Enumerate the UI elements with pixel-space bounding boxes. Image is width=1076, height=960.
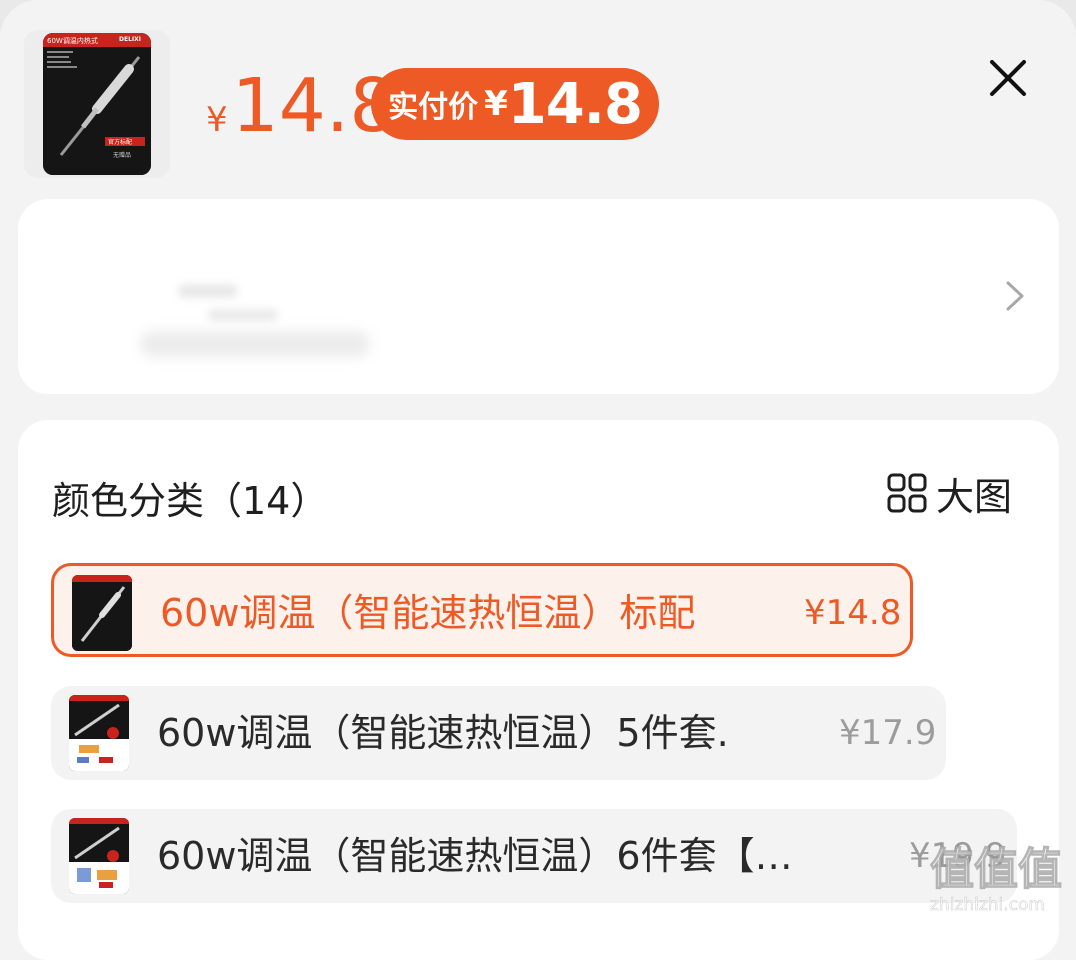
redacted-address-line	[178, 284, 238, 298]
big-image-toggle[interactable]: 大图	[886, 470, 1012, 519]
variant-thumbnail	[69, 818, 129, 894]
thumb-title-text: 60W调温内热式	[47, 36, 98, 45]
variant-price: ¥19.9	[909, 836, 1007, 876]
thumb-badge-sub: 无赠品	[113, 151, 131, 159]
paid-price-label: 实付价	[388, 90, 479, 125]
close-icon[interactable]	[986, 56, 1030, 100]
address-card[interactable]	[18, 199, 1059, 394]
variant-thumbnail	[72, 575, 132, 651]
variant-option[interactable]: 60w调温（智能速热恒温）6件套【… ¥19.9	[51, 809, 1017, 903]
thumb-badge-text: 官方标配	[108, 138, 132, 146]
product-image: 60W调温内热式 DELIXI 官方标配 无赠品	[43, 33, 151, 175]
product-thumbnail[interactable]: 60W调温内热式 DELIXI 官方标配 无赠品	[24, 30, 170, 178]
thumb-brand-text: DELIXI	[119, 36, 141, 43]
variant-name: 60w调温（智能速热恒温）5件套.	[157, 711, 729, 755]
price-currency: ¥	[206, 100, 228, 140]
paid-price-pill: 实付价 ¥ 14.8	[371, 68, 659, 140]
redacted-address-line	[140, 331, 370, 357]
redacted-address-line	[208, 309, 278, 321]
chevron-right-icon[interactable]	[1002, 279, 1028, 313]
grid-icon	[887, 473, 927, 513]
variant-name: 60w调温（智能速热恒温）标配	[160, 591, 696, 635]
paid-price-value: 14.8	[507, 71, 643, 137]
variant-price: ¥17.9	[839, 713, 937, 753]
current-price: ¥14.8	[206, 68, 396, 158]
section-title: 颜色分类（14）	[52, 479, 329, 523]
paid-price-currency: ¥	[484, 84, 508, 124]
sku-selector-sheet: 60W调温内热式 DELIXI 官方标配 无赠品 ¥14.8 实付价 ¥ 14.…	[0, 0, 1076, 960]
variant-name: 60w调温（智能速热恒温）6件套【…	[157, 834, 793, 878]
variant-option[interactable]: 60w调温（智能速热恒温）5件套. ¥17.9	[51, 686, 946, 780]
variant-thumbnail	[69, 695, 129, 771]
big-image-label: 大图	[936, 474, 1013, 519]
variant-price: ¥14.8	[804, 593, 902, 633]
price-header: 60W调温内热式 DELIXI 官方标配 无赠品 ¥14.8 实付价 ¥ 14.…	[0, 0, 1076, 190]
variants-card: 颜色分类（14） 大图 60w调温（智能速热恒温）标配 ¥14.8 60w调温（…	[18, 420, 1059, 960]
variant-option[interactable]: 60w调温（智能速热恒温）标配 ¥14.8	[51, 563, 913, 657]
